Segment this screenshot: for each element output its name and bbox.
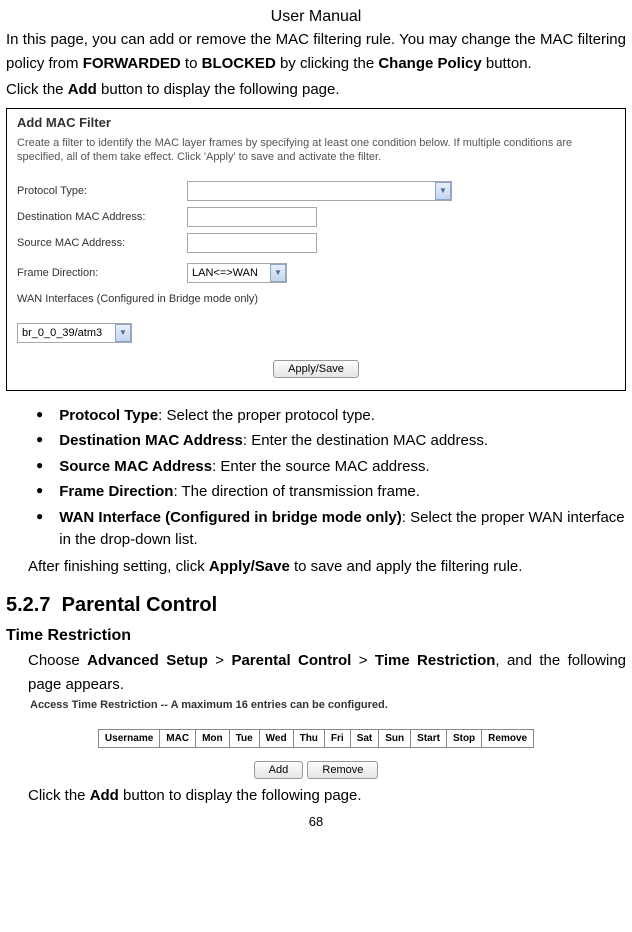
wan-interface-value: br_0_0_39/atm3 [22, 327, 102, 339]
intro-paragraph-2: Click the Add button to display the foll… [6, 78, 626, 102]
table-header: Fri [324, 730, 350, 748]
table-header: Stop [446, 730, 481, 748]
bullet-icon: ● [36, 405, 43, 428]
source-mac-label: Source MAC Address: [17, 237, 187, 249]
bullet-icon: ● [36, 507, 43, 552]
dropdown-icon: ▼ [270, 264, 286, 282]
subsection-heading: Time Restriction [6, 627, 626, 645]
text: Click the [6, 81, 68, 98]
click-add-text: Click the Add button to display the foll… [28, 785, 626, 808]
text: button to display the following page. [97, 81, 340, 98]
bullet-text: WAN Interface (Configured in bridge mode… [59, 507, 626, 552]
bold: BLOCKED [202, 55, 276, 72]
bold: FORWARDED [83, 55, 181, 72]
bold: Add [68, 81, 97, 98]
after-finishing-text: After finishing setting, click Apply/Sav… [28, 556, 626, 579]
wan-interface-select[interactable]: br_0_0_39/atm3 ▼ [17, 323, 132, 343]
apply-save-button[interactable]: Apply/Save [273, 360, 359, 378]
bullet-text: Frame Direction: The direction of transm… [59, 481, 626, 504]
table-header: Tue [229, 730, 259, 748]
table-header: Sun [379, 730, 411, 748]
protocol-type-label: Protocol Type: [17, 185, 187, 197]
choose-path-text: Choose Advanced Setup > Parental Control… [28, 649, 626, 697]
protocol-type-select[interactable]: ▼ [187, 181, 452, 201]
screenshot-add-mac-filter: Add MAC Filter Create a filter to identi… [6, 108, 626, 391]
dropdown-icon: ▼ [435, 182, 451, 200]
time-restriction-table: Username MAC Mon Tue Wed Thu Fri Sat Sun… [98, 729, 534, 748]
frame-direction-label: Frame Direction: [17, 267, 187, 279]
table-header: Mon [196, 730, 230, 748]
table-header: Remove [482, 730, 534, 748]
page-header: User Manual [6, 8, 626, 26]
table-header: Start [411, 730, 447, 748]
screenshot-title: Add MAC Filter [17, 115, 615, 130]
bullet-icon: ● [36, 430, 43, 453]
bullet-icon: ● [36, 481, 43, 504]
bullet-text: Source MAC Address: Enter the source MAC… [59, 456, 626, 479]
dest-mac-input[interactable] [187, 207, 317, 227]
table-header: MAC [160, 730, 196, 748]
dropdown-icon: ▼ [115, 324, 131, 342]
remove-button[interactable]: Remove [307, 761, 378, 779]
screenshot-time-restriction: Access Time Restriction -- A maximum 16 … [28, 697, 604, 781]
text: button. [482, 55, 532, 72]
bold: Change Policy [378, 55, 481, 72]
text: to [181, 55, 202, 72]
table-header: Username [98, 730, 159, 748]
dest-mac-label: Destination MAC Address: [17, 211, 187, 223]
frame-direction-select[interactable]: LAN<=>WAN ▼ [187, 263, 287, 283]
section-heading: 5.2.7 Parental Control [6, 594, 626, 617]
screenshot2-title: Access Time Restriction -- A maximum 16 … [30, 699, 602, 711]
page-number: 68 [6, 814, 626, 829]
bullet-text: Destination MAC Address: Enter the desti… [59, 430, 626, 453]
wan-interfaces-label: WAN Interfaces (Configured in Bridge mod… [17, 293, 615, 305]
table-header: Sat [350, 730, 379, 748]
source-mac-input[interactable] [187, 233, 317, 253]
text: by clicking the [276, 55, 379, 72]
intro-paragraph-1: In this page, you can add or remove the … [6, 28, 626, 76]
bullet-text: Protocol Type: Select the proper protoco… [59, 405, 626, 428]
screenshot-description: Create a filter to identify the MAC laye… [17, 136, 615, 165]
add-button[interactable]: Add [254, 761, 304, 779]
bullet-icon: ● [36, 456, 43, 479]
table-header: Thu [293, 730, 324, 748]
table-header: Wed [259, 730, 293, 748]
frame-direction-value: LAN<=>WAN [192, 267, 258, 279]
bullet-list: ● Protocol Type: Select the proper proto… [28, 405, 626, 552]
